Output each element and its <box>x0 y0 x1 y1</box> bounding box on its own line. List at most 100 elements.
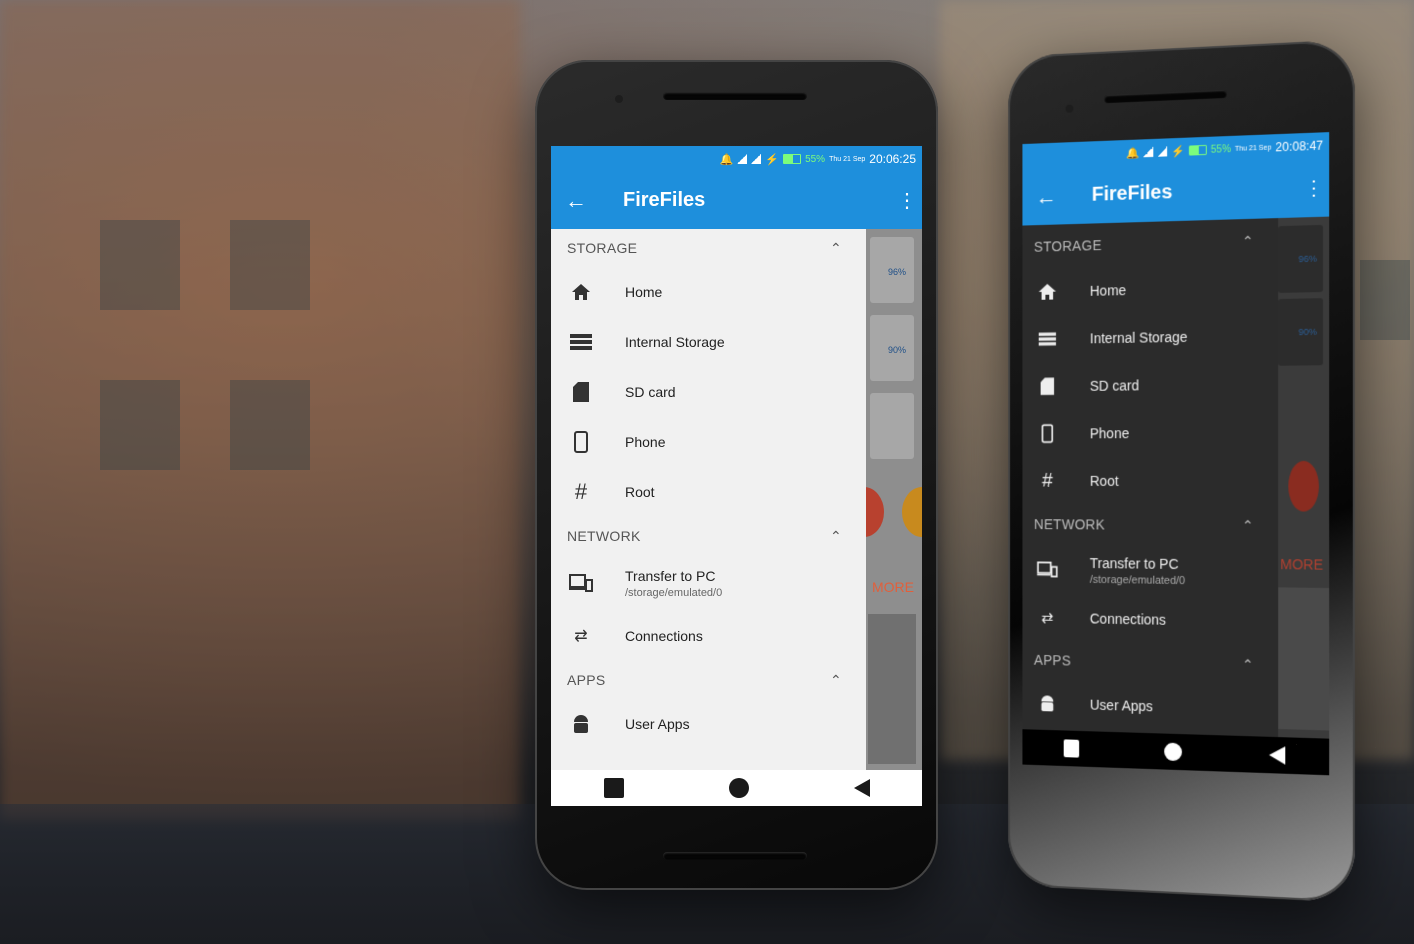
screen-dark: 🔔 ⚡ 55% Thu 21 Sep 20:08:47 ← FireFiles … <box>1022 132 1330 776</box>
status-time: 20:08:47 <box>1275 138 1324 155</box>
battery-percent: 55% <box>805 153 826 165</box>
drawer-item-sd-card[interactable]: SD card <box>551 367 866 417</box>
section-apps[interactable]: APPS ⌃ <box>551 661 866 699</box>
notification-icon: 🔔 <box>1126 146 1140 160</box>
drawer-item-label: Phone <box>1089 425 1130 442</box>
overflow-menu-icon[interactable]: ⋮ <box>892 191 922 211</box>
front-camera <box>615 95 623 103</box>
card-percent: 96% <box>887 267 906 277</box>
drawer-item-connections[interactable]: ⇄ Connections <box>551 611 866 661</box>
circle-orange <box>902 487 922 537</box>
drawer-item-sd-card[interactable]: SD card <box>1022 360 1278 410</box>
drawer-item-internal-storage[interactable]: Internal Storage <box>1022 311 1278 363</box>
charging-icon: ⚡ <box>1171 145 1185 158</box>
drawer-item-label: Transfer to PC <box>625 567 716 584</box>
recents-button[interactable] <box>1064 739 1080 758</box>
sd-card-icon <box>567 380 595 404</box>
notification-icon: 🔔 <box>719 153 734 166</box>
more-link: MORE <box>1280 556 1324 573</box>
cleaner-card <box>870 393 914 459</box>
home-button[interactable] <box>1164 742 1182 762</box>
system-nav-bar <box>551 770 922 806</box>
section-title: NETWORK <box>1033 516 1106 533</box>
earpiece <box>1104 89 1227 104</box>
drawer-item-phone[interactable]: Phone <box>551 417 866 467</box>
chevron-up-icon: ⌃ <box>1241 655 1254 673</box>
drawer-item-user-apps[interactable]: User Apps <box>1022 679 1278 734</box>
chevron-up-icon: ⌃ <box>1241 516 1254 534</box>
drawer-item-connections[interactable]: ⇄ Connections <box>1022 595 1278 645</box>
drawer-item-root[interactable]: # Root <box>551 467 866 517</box>
section-apps[interactable]: APPS ⌃ <box>1022 640 1278 686</box>
recents-button[interactable] <box>603 778 624 798</box>
more-link: MORE <box>872 579 914 595</box>
drawer-item-transfer-to-pc[interactable]: Transfer to PC/storage/emulated/0 <box>1022 544 1278 599</box>
section-storage[interactable]: STORAGE ⌃ <box>551 229 866 267</box>
signal-icon-2 <box>1157 146 1168 157</box>
app-bar: ← FireFiles ⋮ <box>1022 158 1330 226</box>
phone-light: 🔔 ⚡ 55% Thu 21 Sep 20:06:25 ← FireFiles … <box>535 60 938 890</box>
card-percent-2: 90% <box>1298 326 1317 338</box>
drawer-item-transfer-to-pc[interactable]: Transfer to PC/storage/emulated/0 <box>551 555 866 611</box>
drawer-item-path: /storage/emulated/0 <box>1089 573 1186 587</box>
section-title: APPS <box>1033 651 1071 669</box>
chevron-up-icon: ⌃ <box>829 239 842 256</box>
drawer-item-internal-storage[interactable]: Internal Storage <box>551 317 866 367</box>
battery-icon <box>1188 144 1207 156</box>
hash-icon: # <box>574 479 588 504</box>
app-title: FireFiles <box>623 189 706 211</box>
drawer-item-label: Connections <box>1089 610 1166 628</box>
drawer-item-label: SD card <box>625 384 676 400</box>
drawer-item-path: /storage/emulated/0 <box>625 586 723 599</box>
back-arrow-icon[interactable]: ← <box>1036 183 1074 210</box>
section-storage[interactable]: STORAGE ⌃ <box>1022 218 1278 269</box>
drawer-item-user-apps[interactable]: User Apps <box>551 699 866 749</box>
drawer-item-label: Root <box>625 484 655 500</box>
drawer-item-label: Connections <box>625 628 703 644</box>
navigation-drawer: STORAGE ⌃ Home Internal Storage SD card P… <box>551 229 866 770</box>
home-icon <box>1034 280 1061 304</box>
phone-icon <box>567 430 595 454</box>
devices-icon <box>1034 558 1061 582</box>
status-bar: 🔔 ⚡ 55% Thu 21 Sep 20:06:25 <box>551 146 922 172</box>
section-network[interactable]: NETWORK ⌃ <box>551 517 866 555</box>
back-arrow-icon[interactable]: ← <box>565 188 605 214</box>
status-date: Thu 21 Sep <box>829 155 866 163</box>
drawer-item-label: Transfer to PC <box>1089 554 1179 572</box>
screen-light: 🔔 ⚡ 55% Thu 21 Sep 20:06:25 ← FireFiles … <box>551 146 922 806</box>
thumbnail <box>868 614 916 764</box>
drawer-item-label: Home <box>625 284 663 300</box>
drawer-item-label: Internal Storage <box>625 334 725 350</box>
charging-icon: ⚡ <box>765 153 780 166</box>
section-title: APPS <box>567 672 606 688</box>
android-icon <box>1034 691 1061 715</box>
home-icon <box>567 280 595 304</box>
status-date: Thu 21 Sep <box>1234 143 1272 153</box>
circle-red <box>1288 460 1319 512</box>
app-title: FireFiles <box>1091 181 1173 206</box>
drawer-item-root[interactable]: # Root <box>1022 457 1278 506</box>
storage-icon <box>567 330 595 354</box>
signal-icon-2 <box>751 154 762 164</box>
back-button[interactable] <box>853 779 870 797</box>
drawer-item-label: User Apps <box>1089 696 1153 715</box>
drawer-item-label: Root <box>1089 472 1119 489</box>
drawer-item-label: User Apps <box>625 716 690 732</box>
drawer-item-phone[interactable]: Phone <box>1022 408 1278 457</box>
signal-icon <box>737 154 748 164</box>
sd-card-icon <box>1034 374 1061 398</box>
section-title: STORAGE <box>567 240 638 256</box>
overflow-menu-icon[interactable]: ⋮ <box>1299 177 1330 200</box>
drawer-item-label: Phone <box>625 434 666 450</box>
drawer-item-home[interactable]: Home <box>551 267 866 317</box>
battery-icon <box>783 154 802 164</box>
android-icon <box>567 712 595 736</box>
drawer-item-home[interactable]: Home <box>1022 263 1278 316</box>
back-button[interactable] <box>1268 745 1285 765</box>
chevron-up-icon: ⌃ <box>829 671 842 688</box>
section-network[interactable]: NETWORK ⌃ <box>1022 504 1278 545</box>
navigation-drawer: STORAGE ⌃ Home Internal Storage SD card P… <box>1022 218 1279 738</box>
home-button[interactable] <box>728 778 749 798</box>
front-camera <box>1065 104 1074 113</box>
earpiece <box>663 92 807 100</box>
